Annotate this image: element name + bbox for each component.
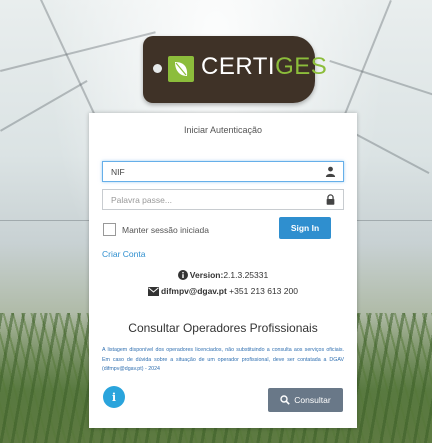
nif-input[interactable]: [103, 162, 321, 181]
remember-label: Manter sessão iniciada: [122, 225, 209, 235]
nif-field[interactable]: [102, 161, 344, 182]
certiges-logo: CERTIGES: [143, 36, 327, 103]
version-info: Version:2.1.3.25331: [89, 270, 357, 280]
login-title: Iniciar Autenticação: [183, 125, 263, 135]
password-field[interactable]: [102, 189, 344, 210]
sign-in-button[interactable]: Sign In: [279, 217, 331, 239]
create-account-link[interactable]: Criar Conta: [102, 249, 145, 259]
leaf-icon: [168, 56, 194, 82]
tag-hole: [153, 64, 162, 73]
info-button[interactable]: i: [103, 386, 125, 408]
envelope-icon: [148, 287, 160, 296]
user-icon: [325, 166, 336, 177]
login-card: Iniciar Autenticação Manter sessão inici…: [89, 113, 357, 428]
search-icon: [280, 395, 291, 405]
password-input[interactable]: [103, 190, 321, 209]
contact-email: difmpv@dgav.pt: [161, 286, 227, 296]
contact-info: difmpv@dgav.pt +351 213 613 200: [89, 286, 357, 296]
remember-checkbox[interactable]: [103, 223, 116, 236]
version-value: 2.1.3.25331: [223, 270, 269, 280]
version-label: Version:: [189, 270, 224, 280]
contact-phone: +351 213 613 200: [229, 286, 298, 296]
consult-button-label: Consultar: [294, 395, 331, 405]
lock-icon: [326, 194, 335, 205]
consult-description: A listagem disponível dos operadores lic…: [102, 347, 344, 372]
logo-text: CERTIGES: [201, 53, 328, 80]
consult-button[interactable]: Consultar: [268, 388, 343, 412]
consult-title: Consultar Operadores Profissionais: [128, 321, 318, 335]
info-circle-icon: [177, 270, 188, 280]
